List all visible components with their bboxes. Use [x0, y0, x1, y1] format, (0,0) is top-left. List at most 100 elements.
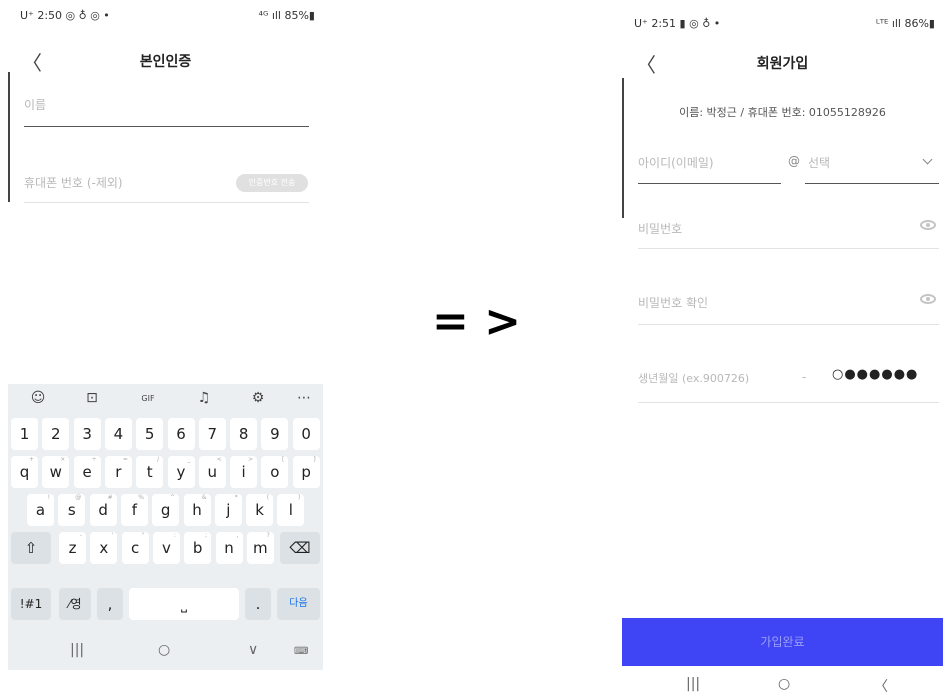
key-o[interactable]: o[	[261, 456, 289, 488]
recent-apps-button[interactable]: |||	[70, 642, 84, 658]
signup-screen: U⁺ 2:51 ▮ ◎ ♁ • ᴸᵀᴱ ıll 86%▮ 〈 회원가입 이름: …	[622, 8, 943, 700]
email-id-input[interactable]: 아이디(이메일)	[638, 154, 714, 171]
key-t[interactable]: t /	[136, 456, 164, 488]
keyboard-switch-icon[interactable]: ⌨	[294, 646, 308, 657]
hide-keyboard-button[interactable]: ∨	[248, 642, 258, 658]
key-g-label: g	[160, 501, 171, 519]
key-j[interactable]: j *	[214, 494, 242, 526]
status-time: U⁺ 2:51 ▮ ◎ ♁ •	[634, 17, 721, 30]
symbol-key[interactable]: !#1	[11, 588, 51, 620]
recent-apps-button[interactable]: |||	[686, 676, 700, 692]
key-d[interactable]: d #	[89, 494, 117, 526]
key-7[interactable]: 7	[198, 418, 226, 450]
key-a[interactable]: a!	[27, 494, 54, 526]
password-input[interactable]: 비밀번호	[638, 220, 682, 237]
eye-icon[interactable]	[920, 220, 936, 230]
key-d-hint: #	[107, 494, 113, 501]
more-icon[interactable]: ⋯	[294, 390, 314, 406]
key-b-hint: ;	[205, 532, 208, 539]
key-4[interactable]: 4	[104, 418, 132, 450]
key-z-hint: -	[79, 532, 82, 539]
key-k-label: k	[255, 501, 264, 519]
key-o-hint: [	[282, 456, 285, 463]
key-f-hint: %	[138, 494, 144, 501]
key-d-label: d	[98, 501, 108, 519]
at-sign: @	[788, 154, 800, 168]
key-2[interactable]: 2	[42, 418, 70, 450]
key-i[interactable]: i >	[230, 456, 258, 488]
key-y[interactable]: y _	[167, 456, 195, 488]
send-code-button[interactable]: 인증번호 전송	[236, 174, 308, 192]
key-8[interactable]: 8	[230, 418, 258, 450]
key-p[interactable]: p]	[292, 456, 320, 488]
emoji-icon[interactable]: ☺	[28, 390, 48, 406]
key-u-hint: <	[216, 456, 222, 463]
key-z[interactable]: z-	[59, 532, 86, 564]
key-c[interactable]: c "	[121, 532, 149, 564]
phone-input[interactable]: 휴대폰 번호 (-제외)	[24, 174, 123, 191]
eye-icon[interactable]	[920, 294, 936, 304]
key-h[interactable]: h &	[183, 494, 211, 526]
space-key[interactable]: ⎵	[129, 588, 239, 620]
back-button[interactable]: 〈	[874, 676, 888, 696]
key-u-label: u	[207, 463, 218, 481]
key-f[interactable]: f%	[120, 494, 148, 526]
microphone-icon[interactable]: ♫	[194, 390, 214, 406]
key-f-label: f	[131, 501, 138, 519]
key-l-label: l	[288, 501, 293, 519]
key-r[interactable]: r =	[104, 456, 132, 488]
key-3-label: 3	[82, 425, 92, 443]
birthdate-input[interactable]: 생년월일 (ex.900726)	[638, 370, 749, 386]
key-9[interactable]: 9	[261, 418, 289, 450]
gender-digit-input[interactable]: ○●●●●●●	[832, 367, 918, 382]
birthdate-dash: -	[802, 370, 807, 384]
period-key[interactable]: .	[245, 588, 271, 620]
key-n[interactable]: n,	[215, 532, 243, 564]
key-m[interactable]: m?	[246, 532, 274, 564]
key-c-hint: "	[141, 532, 145, 539]
key-q[interactable]: q +	[11, 456, 38, 488]
key-g[interactable]: g ^	[152, 494, 180, 526]
name-input[interactable]: 이름	[24, 96, 46, 113]
key-v[interactable]: v:	[152, 532, 180, 564]
key-1[interactable]: 1	[11, 418, 38, 450]
key-a-hint: !	[47, 494, 50, 501]
next-key[interactable]: 다음	[277, 588, 320, 620]
key-s[interactable]: s @	[58, 494, 86, 526]
key-k[interactable]: k(	[246, 494, 274, 526]
key-i-label: i	[241, 463, 246, 481]
signup-complete-button[interactable]: 가입완료	[622, 618, 943, 666]
gif-icon[interactable]: GIF	[138, 394, 158, 403]
shift-key[interactable]: ⇧	[11, 532, 51, 564]
key-w[interactable]: w ×	[42, 456, 70, 488]
key-l-hint: )	[298, 494, 301, 501]
key-b[interactable]: b;	[184, 532, 212, 564]
password-confirm-input[interactable]: 비밀번호 확인	[638, 294, 708, 311]
backspace-key[interactable]: ⌫	[280, 532, 320, 564]
key-q-hint: +	[28, 456, 34, 463]
status-battery: ⁴ᴳ ıll 85%▮	[258, 9, 315, 22]
email-id-underline	[638, 183, 781, 184]
key-5[interactable]: 5	[136, 418, 164, 450]
key-5-label: 5	[144, 425, 155, 443]
home-button[interactable]: ○	[778, 676, 790, 692]
key-3[interactable]: 3	[73, 418, 101, 450]
sticker-icon[interactable]: ⊡	[82, 390, 102, 406]
key-x[interactable]: x '	[90, 532, 118, 564]
domain-select[interactable]: 선택	[808, 154, 830, 171]
home-button[interactable]: ○	[158, 642, 170, 658]
password-confirm-underline	[638, 324, 939, 325]
key-u[interactable]: u <	[198, 456, 226, 488]
key-l[interactable]: l)	[277, 494, 305, 526]
phone-underline	[24, 202, 309, 203]
key-v-hint: :	[173, 532, 176, 539]
settings-icon[interactable]: ⚙	[248, 390, 268, 406]
language-key[interactable]: ⁄영	[59, 588, 91, 620]
page-title: 회원가입	[756, 56, 809, 72]
chevron-down-icon[interactable]	[922, 154, 933, 165]
key-6[interactable]: 6	[167, 418, 195, 450]
comma-key[interactable]: ,	[97, 588, 123, 620]
key-2-label: 2	[51, 425, 61, 443]
key-0[interactable]: 0	[292, 418, 320, 450]
key-e[interactable]: e ÷	[73, 456, 101, 488]
